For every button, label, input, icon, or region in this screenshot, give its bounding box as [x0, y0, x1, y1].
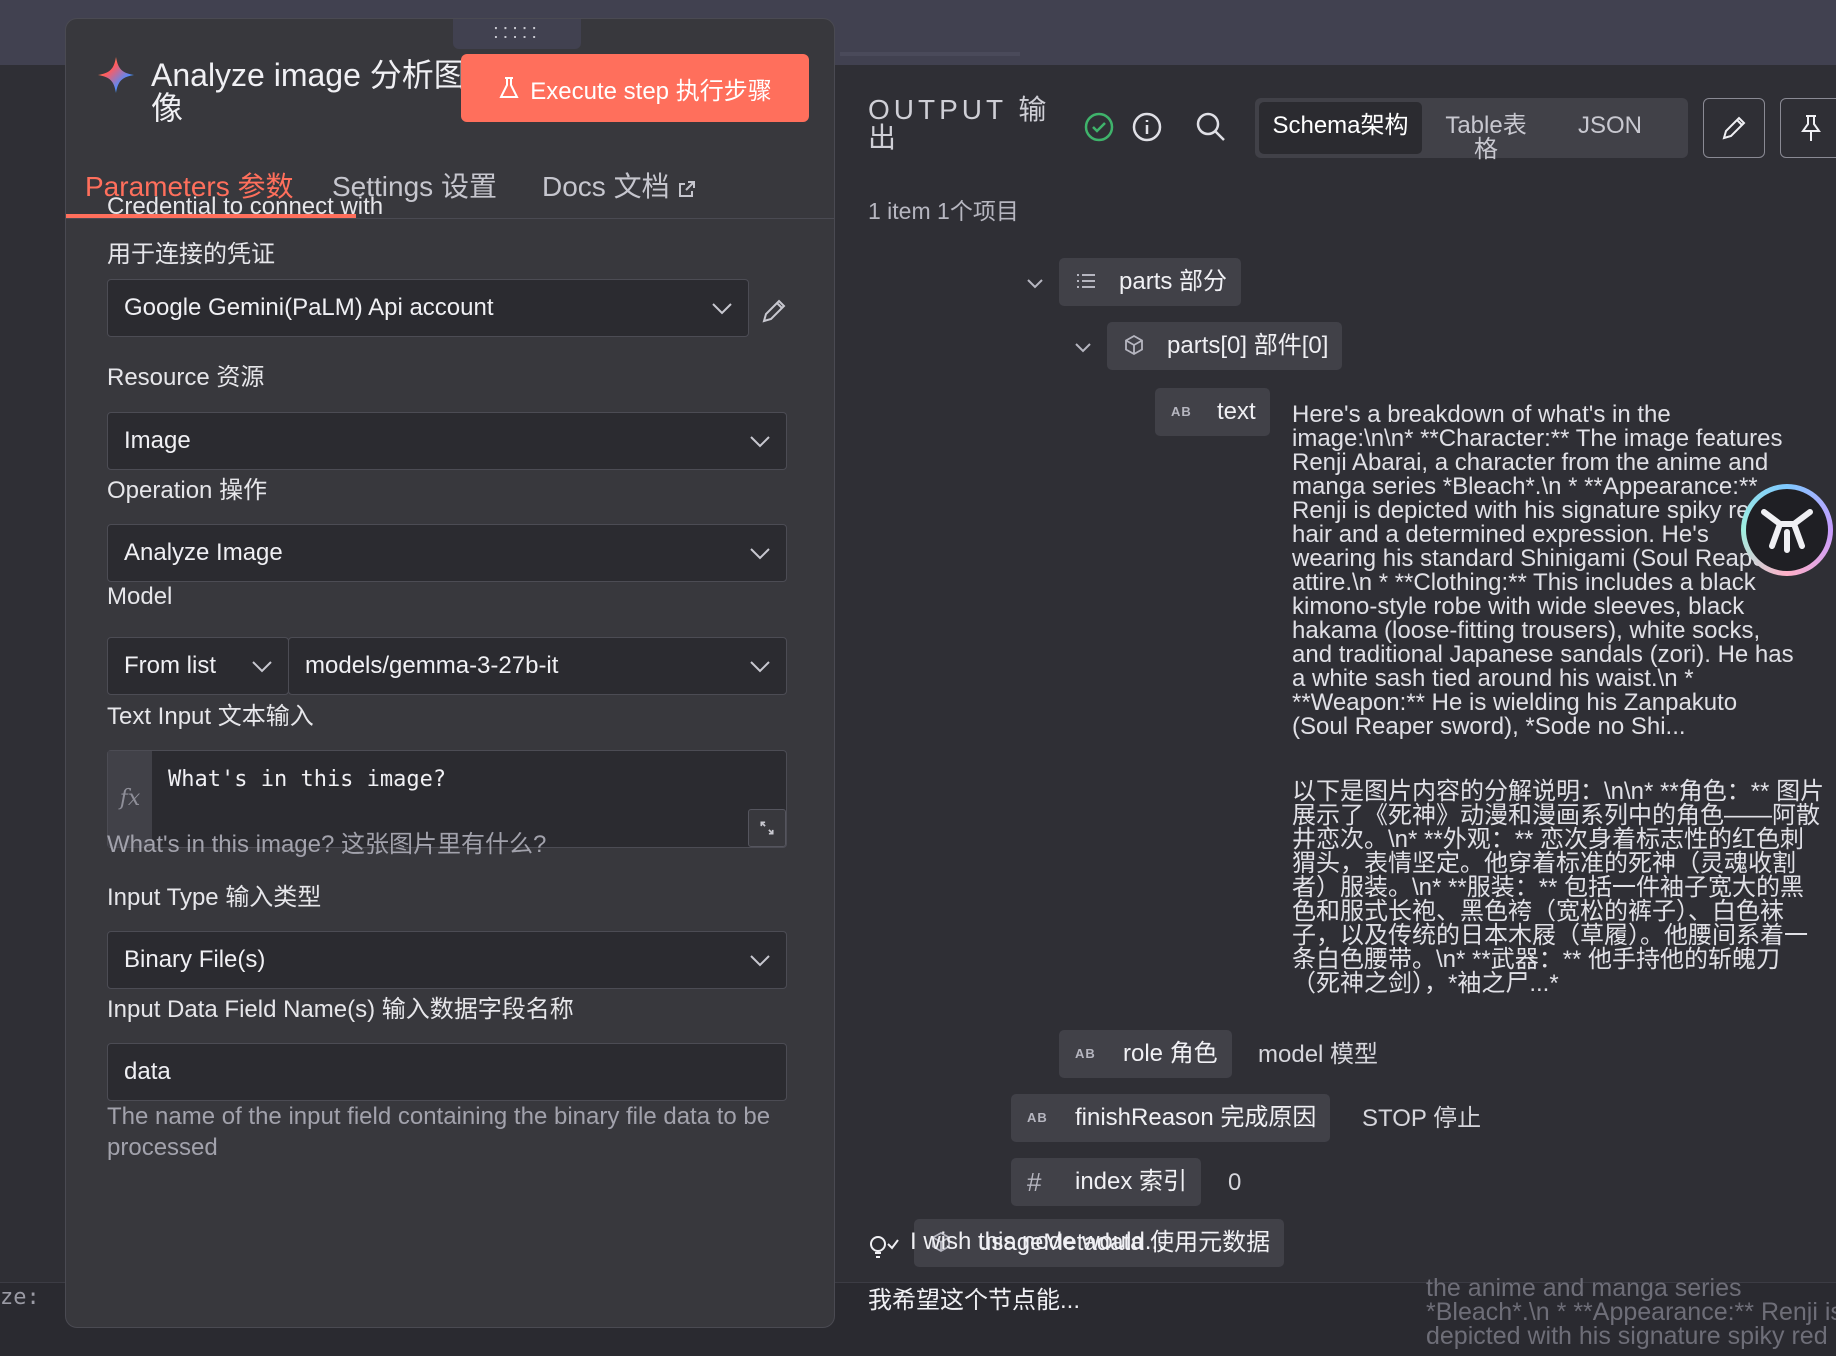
chevron-down-icon: [252, 661, 272, 673]
gemini-sparkle-icon: [98, 57, 134, 93]
canvas-line: [840, 52, 1020, 56]
resource-value: Image: [124, 427, 191, 454]
text-input-value: What's in this image?: [168, 767, 447, 792]
tree-node-parts0-label: parts[0] 部件[0]: [1167, 332, 1329, 359]
chevron-down-icon: [750, 436, 770, 448]
pin-icon: [1801, 115, 1821, 141]
search-icon[interactable]: [1194, 110, 1228, 144]
feedback-prompt[interactable]: I wish this node would...: [910, 1228, 1165, 1256]
credential-value: Google Gemini(PaLM) Api account: [124, 294, 494, 321]
credential-label: Credential to connect with: [107, 193, 384, 220]
operation-label: Operation 操作: [107, 477, 268, 504]
output-title: OUTPUT 输出: [868, 94, 1051, 153]
view-json[interactable]: JSON: [1555, 102, 1665, 154]
background-text-fragment: the anime and manga series *Bleach*.\n *…: [1426, 1274, 1836, 1350]
tree-node-index-label: index 索引: [1075, 1168, 1188, 1195]
role-value: model 模型: [1258, 1041, 1379, 1068]
tree-node-parts-label: parts 部分: [1119, 268, 1228, 295]
background-code-fragment: ze:: [0, 1285, 40, 1310]
finish-reason-value: STOP 停止: [1362, 1105, 1482, 1132]
string-type-icon: AB: [1027, 1110, 1048, 1125]
collapse-chevron-icon[interactable]: [1024, 272, 1046, 294]
collapse-chevron-icon[interactable]: [1072, 336, 1094, 358]
model-value: models/gemma-3-27b-it: [305, 652, 559, 679]
tree-node-role-label: role 角色: [1123, 1040, 1218, 1067]
input-field-label: Input Data Field Name(s) 输入数据字段名称: [107, 996, 574, 1023]
tab-docs-label: Docs 文档: [542, 171, 670, 202]
chevron-down-icon: [750, 661, 770, 673]
edit-output-button[interactable]: [1703, 98, 1765, 158]
model-label: Model: [107, 583, 173, 610]
number-type-icon: #: [1027, 1167, 1043, 1197]
input-field-value: data: [124, 1058, 171, 1085]
node-title: Analyze image 分析图像: [151, 57, 466, 126]
output-item-count: 1 item 1个项目: [868, 198, 1019, 224]
parameters-panel: ::::: Analyze image 分析图像 Execute step 执行…: [65, 18, 835, 1328]
input-type-label: Input Type 输入类型: [107, 884, 322, 911]
tree-node-text-label: text: [1217, 398, 1256, 425]
lightbulb-icon: [870, 1236, 899, 1258]
tab-docs[interactable]: Docs 文档: [542, 165, 697, 205]
input-field-input[interactable]: data: [107, 1043, 787, 1101]
tree-node-finish-reason-label: finishReason 完成原因: [1075, 1104, 1317, 1131]
text-input-hint: What's in this image? 这张图片里有什么?: [107, 831, 547, 858]
tree-node-index[interactable]: # index 索引: [1011, 1158, 1202, 1206]
view-table[interactable]: Table表格: [1437, 102, 1535, 162]
ai-assistant-button[interactable]: [1741, 484, 1833, 576]
edit-credential-icon[interactable]: [760, 297, 788, 325]
execute-step-label: Execute step 执行步骤: [530, 77, 772, 105]
drag-handle[interactable]: :::::: [453, 19, 581, 49]
list-icon: [1077, 274, 1095, 288]
operation-select[interactable]: Analyze Image: [107, 524, 787, 582]
chevron-down-icon: [750, 955, 770, 967]
credential-label-cn: 用于连接的凭证: [107, 241, 275, 268]
text-value-cn: 以下是图片内容的分解说明：\n\n* **角色：** 图片展示了《死神》动漫和漫…: [1292, 778, 1825, 997]
model-mode-value: From list: [124, 652, 216, 679]
text-input-label: Text Input 文本输入: [107, 703, 314, 730]
model-mode-select[interactable]: From list: [107, 637, 289, 695]
tree-node-text[interactable]: AB text: [1155, 388, 1270, 436]
credential-select[interactable]: Google Gemini(PaLM) Api account: [107, 279, 749, 337]
text-value-en: Here's a breakdown of what's in the imag…: [1292, 401, 1794, 740]
expand-editor-icon[interactable]: [748, 809, 786, 847]
chevron-down-icon: [712, 303, 732, 315]
success-check-icon: [1084, 112, 1114, 142]
flask-icon: [499, 77, 519, 98]
tree-node-parts[interactable]: parts 部分: [1059, 258, 1242, 306]
output-view-toggle: Schema架构 Table表格 JSON: [1255, 98, 1688, 162]
index-value: 0: [1228, 1169, 1242, 1196]
execute-step-button[interactable]: Execute step 执行步骤: [461, 54, 809, 122]
pencil-icon: [1722, 116, 1746, 140]
string-type-icon: AB: [1171, 404, 1192, 419]
resource-label: Resource 资源: [107, 364, 265, 391]
tree-node-role[interactable]: AB role 角色: [1059, 1030, 1232, 1078]
string-type-icon: AB: [1075, 1046, 1096, 1061]
external-link-icon: [679, 180, 696, 197]
input-type-select[interactable]: Binary File(s): [107, 931, 787, 989]
operation-value: Analyze Image: [124, 539, 283, 566]
object-cube-icon: [1125, 334, 1143, 356]
input-type-value: Binary File(s): [124, 946, 266, 973]
info-icon[interactable]: [1130, 110, 1164, 144]
tree-node-finish-reason[interactable]: AB finishReason 完成原因: [1011, 1094, 1331, 1142]
chevron-down-icon: [750, 548, 770, 560]
resource-select[interactable]: Image: [107, 412, 787, 470]
pin-output-button[interactable]: [1780, 98, 1836, 158]
assistant-logo-icon: [1761, 509, 1813, 553]
input-field-hint: The name of the input field containing t…: [107, 1103, 771, 1161]
tree-node-parts0[interactable]: parts[0] 部件[0]: [1107, 322, 1343, 370]
view-schema[interactable]: Schema架构: [1259, 102, 1422, 154]
feedback-prompt-cn[interactable]: 我希望这个节点能...: [868, 1280, 1080, 1315]
model-select[interactable]: models/gemma-3-27b-it: [288, 637, 787, 695]
